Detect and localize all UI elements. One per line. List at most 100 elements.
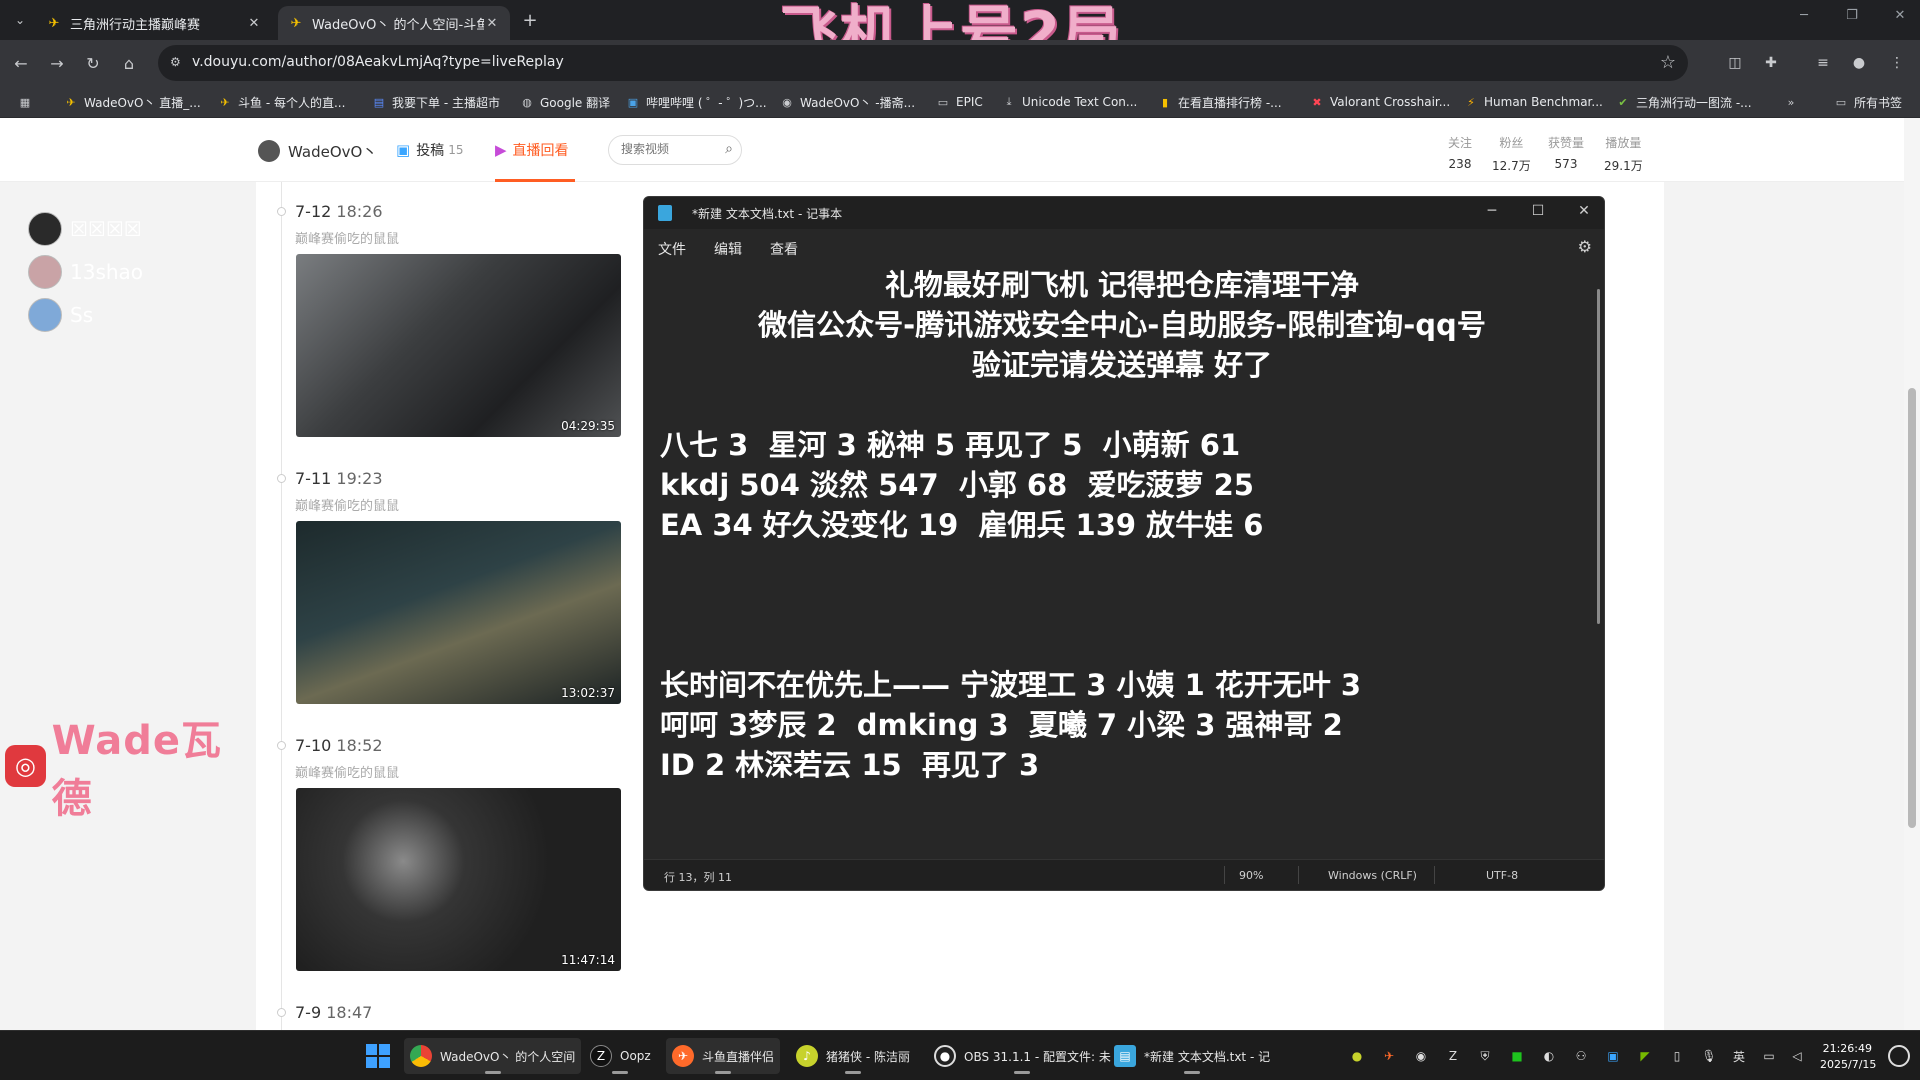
notification-center-icon[interactable]: [1888, 1045, 1910, 1067]
tray-blue-icon[interactable]: ▣: [1604, 1047, 1622, 1065]
apps-grid-icon[interactable]: ▦: [18, 93, 38, 111]
bookmark-item[interactable]: ⤓ Unicode Text Con...: [1002, 93, 1138, 111]
volume-icon[interactable]: ◁: [1788, 1047, 1806, 1065]
more-menu-icon[interactable]: ⋮: [1886, 52, 1908, 74]
notepad-statusbar: 行 13，列 11 90% Windows (CRLF) UTF-8: [644, 859, 1604, 890]
menu-file[interactable]: 文件: [658, 239, 686, 259]
tray-obs-icon[interactable]: ◉: [1412, 1047, 1430, 1065]
bookmark-item[interactable]: ▤ 我要下单 - 主播超市: [372, 93, 500, 111]
more-bookmarks-icon[interactable]: »: [1784, 93, 1804, 111]
new-tab-button[interactable]: +: [520, 10, 540, 31]
globe-icon: ◍: [522, 95, 532, 109]
bookmark-item[interactable]: ✖ Valorant Crosshair...: [1310, 93, 1450, 111]
bookmark-item[interactable]: ⚡ Human Benchmar...: [1464, 93, 1603, 111]
bookmark-item[interactable]: ▣ 哔哩哔哩 ( ゜- ゜)つ...: [626, 93, 767, 111]
all-bookmarks[interactable]: ▭ 所有书签: [1834, 93, 1902, 111]
site-info-icon[interactable]: ⚙: [170, 55, 186, 71]
close-tab-icon[interactable]: ✕: [484, 15, 500, 31]
avatar: [28, 212, 62, 246]
system-clock[interactable]: 21:26:49 2025/7/15: [1820, 1041, 1876, 1073]
restore-icon[interactable]: ❐: [1840, 8, 1864, 23]
oopz-icon: Z: [590, 1045, 612, 1067]
tray-nvidia-icon[interactable]: ◤: [1636, 1047, 1654, 1065]
back-icon[interactable]: ←: [10, 52, 32, 74]
upload-icon: ▣: [396, 141, 411, 159]
media-control-icon[interactable]: ≡: [1812, 52, 1834, 74]
address-bar[interactable]: ⚙ v.douyu.com/author/08AeakvLmjAq?type=l…: [158, 45, 1688, 81]
tray-network-app-icon[interactable]: ⚇: [1572, 1047, 1590, 1065]
windows-start-icon[interactable]: [366, 1044, 390, 1068]
tab-live-replay[interactable]: ▶ 直播回看: [495, 140, 569, 160]
text-line: 验证完请发送弹幕 好了: [971, 348, 1273, 382]
video-subtitle[interactable]: 巅峰赛偷吃的鼠鼠: [295, 762, 399, 781]
network-icon[interactable]: ▭: [1760, 1047, 1778, 1065]
search-icon[interactable]: ⌕: [725, 141, 733, 157]
maximize-icon[interactable]: ☐: [1528, 203, 1548, 219]
minimize-icon[interactable]: ─: [1792, 8, 1816, 23]
bookmark-folder[interactable]: ▭ EPIC: [936, 93, 983, 111]
microphone-icon[interactable]: 🎙: [1700, 1047, 1718, 1065]
ime-indicator[interactable]: 英: [1730, 1047, 1748, 1065]
extensions-icon[interactable]: ✚: [1760, 52, 1782, 74]
reader-icon[interactable]: ◫: [1724, 52, 1746, 74]
taskbar-obs[interactable]: ● OBS 31.1.1 - 配置文件: 未: [928, 1038, 1117, 1074]
bookmark-item[interactable]: ▮ 在看直播排行榜 -...: [1158, 93, 1282, 111]
notepad-text-area[interactable]: 礼物最好刷飞机 记得把仓库清理干净 微信公众号-腾讯游戏安全中心-自助服务-限制…: [644, 265, 1604, 855]
bookmark-item[interactable]: ✈ 斗鱼 - 每个人的直...: [218, 93, 345, 111]
tray-shield-icon[interactable]: ⛨: [1476, 1047, 1494, 1065]
video-thumbnail[interactable]: 11:47:14: [296, 788, 621, 971]
video-duration: 13:02:37: [561, 686, 615, 700]
timeline-line: [281, 182, 282, 1030]
page-scrollbar-thumb[interactable]: [1908, 388, 1916, 828]
url-text[interactable]: v.douyu.com/author/08AeakvLmjAq?type=liv…: [192, 54, 564, 70]
tab-search-chevron-icon[interactable]: ⌄: [8, 8, 32, 32]
windows-taskbar: WadeOvO丶 的个人空间 Z Oopz ✈ 斗鱼直播伴侣 ♪ 猪猪侠 - 陈…: [0, 1030, 1920, 1080]
bookmark-item[interactable]: ✔ 三角洲行动一图流 -...: [1616, 93, 1751, 111]
text-line: EA 34 好久没变化 19 雇佣兵 139 放牛娃 6: [660, 508, 1264, 542]
bookmark-item[interactable]: ✈ WadeOvO丶 直播_...: [64, 93, 200, 111]
close-tab-icon[interactable]: ✕: [246, 15, 262, 31]
tab-title: WadeOvO丶 的个人空间-斗鱼: [312, 17, 484, 33]
close-window-icon[interactable]: ✕: [1888, 8, 1912, 23]
home-icon[interactable]: ⌂: [118, 52, 140, 74]
browser-toolbar: ← → ↻ ⌂ ⚙ v.douyu.com/author/08AeakvLmjA…: [0, 40, 1920, 86]
tab-active[interactable]: ✈ WadeOvO丶 的个人空间-斗鱼 ✕: [278, 6, 510, 40]
menu-view[interactable]: 查看: [770, 239, 798, 259]
video-thumbnail[interactable]: 13:02:37: [296, 521, 621, 704]
bookmark-item[interactable]: ◍ Google 翻译: [520, 93, 610, 111]
taskbar-notepad[interactable]: ▤ *新建 文本文档.txt - 记: [1108, 1038, 1276, 1074]
taskbar-oopz[interactable]: Z Oopz: [584, 1038, 657, 1074]
notepad-titlebar[interactable]: *新建 文本文档.txt - 记事本 ─ ☐ ✕: [644, 197, 1604, 229]
minimize-icon[interactable]: ─: [1482, 203, 1502, 219]
profile-avatar-icon[interactable]: ●: [1848, 52, 1870, 74]
tray-app-icon[interactable]: ◐: [1540, 1047, 1558, 1065]
search-input[interactable]: [621, 142, 711, 156]
text-line: kkdj 504 淡然 547 小郭 68 爱吃菠萝 25: [660, 468, 1254, 502]
tray-phone-icon[interactable]: ▯: [1668, 1047, 1686, 1065]
tray-douyu-icon[interactable]: ✈: [1380, 1047, 1398, 1065]
video-date: 7-9 18:47: [295, 1003, 373, 1022]
tab-inactive[interactable]: ✈ 三角洲行动主播巅峰赛 ✕: [36, 6, 272, 40]
menu-edit[interactable]: 编辑: [714, 239, 742, 259]
bookmark-star-icon[interactable]: ☆: [1660, 52, 1676, 73]
video-subtitle[interactable]: 巅峰赛偷吃的鼠鼠: [295, 495, 399, 514]
notepad-window: *新建 文本文档.txt - 记事本 ─ ☐ ✕ 文件 编辑 查看 ⚙ 礼物最好…: [643, 196, 1605, 891]
tab-uploads[interactable]: ▣ 投稿 15: [396, 140, 463, 160]
profile-user[interactable]: WadeOvO丶: [258, 140, 377, 162]
reload-icon[interactable]: ↻: [82, 52, 104, 74]
taskbar-chrome[interactable]: WadeOvO丶 的个人空间: [404, 1038, 582, 1074]
divider: [1224, 866, 1225, 884]
video-subtitle[interactable]: 巅峰赛偷吃的鼠鼠: [295, 228, 399, 247]
bookmark-item[interactable]: ◉ WadeOvO丶 -播斋...: [780, 93, 915, 111]
taskbar-music[interactable]: ♪ 猪猪侠 - 陈洁丽: [790, 1038, 916, 1074]
forward-icon[interactable]: →: [46, 52, 68, 74]
tray-green-icon[interactable]: ■: [1508, 1047, 1526, 1065]
tray-music-icon[interactable]: ●: [1348, 1047, 1366, 1065]
taskbar-douyu[interactable]: ✈ 斗鱼直播伴侣: [666, 1038, 781, 1074]
close-icon[interactable]: ✕: [1574, 203, 1594, 219]
settings-gear-icon[interactable]: ⚙: [1578, 237, 1592, 256]
video-thumbnail[interactable]: 04:29:35: [296, 254, 621, 437]
notepad-scrollbar[interactable]: [1597, 289, 1600, 624]
video-search[interactable]: ⌕: [608, 135, 742, 165]
tray-oopz-icon[interactable]: Z: [1444, 1047, 1462, 1065]
